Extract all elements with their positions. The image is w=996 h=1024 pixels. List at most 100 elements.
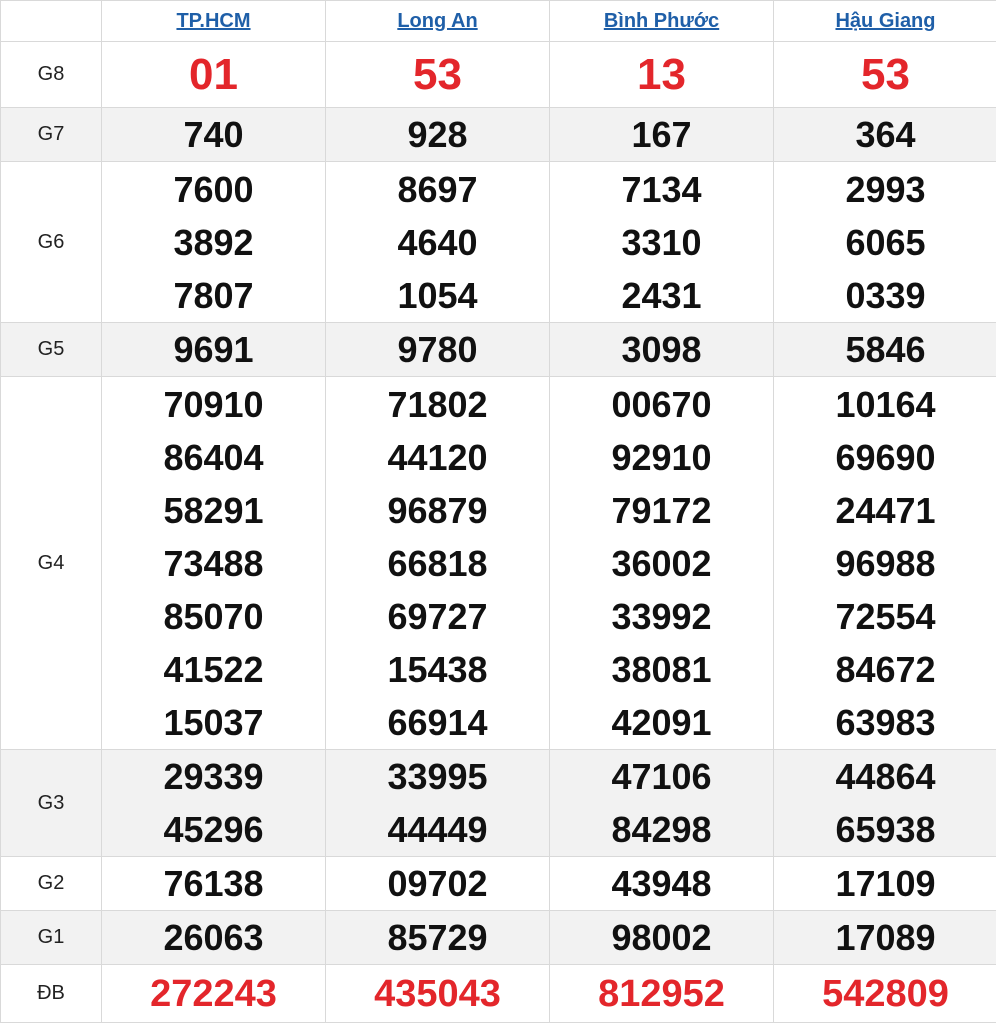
prize-row-g8: G8 01 53 13 53 — [0, 41, 996, 108]
result-number: 6065 — [845, 221, 926, 263]
result-cell: 740 — [101, 107, 326, 162]
result-cell: 70910 86404 58291 73488 85070 41522 1503… — [101, 376, 326, 750]
result-number: 00670 — [611, 383, 712, 425]
result-number: 53 — [413, 49, 462, 99]
result-number: 71802 — [387, 383, 488, 425]
result-number: 69727 — [387, 595, 488, 637]
result-number: 43948 — [611, 863, 712, 904]
result-number: 24471 — [835, 489, 936, 531]
result-number: 53 — [861, 49, 910, 99]
result-cell: 29339 45296 — [101, 749, 326, 857]
province-link-binh-phuoc[interactable]: Bình Phước — [604, 10, 719, 32]
province-header: Hậu Giang — [773, 0, 996, 42]
result-number: 98002 — [611, 917, 712, 958]
result-number: 85729 — [387, 917, 488, 958]
result-number: 13 — [637, 49, 686, 99]
result-cell: 542809 — [773, 964, 996, 1023]
result-cell: 53 — [773, 41, 996, 108]
result-cell: 26063 — [101, 910, 326, 965]
result-cell: 2993 6065 0339 — [773, 161, 996, 323]
result-number: 7600 — [173, 168, 254, 210]
province-link-tphcm[interactable]: TP.HCM — [176, 10, 250, 32]
result-number: 85070 — [163, 595, 264, 637]
result-number: 42091 — [611, 701, 712, 743]
prize-row-g6: G6 7600 3892 7807 8697 4640 1054 7134 33… — [0, 161, 996, 323]
result-number: 86404 — [163, 436, 264, 478]
result-cell: 167 — [549, 107, 774, 162]
result-number: 69690 — [835, 436, 936, 478]
result-number: 96988 — [835, 542, 936, 584]
result-number: 79172 — [611, 489, 712, 531]
prize-label: G3 — [0, 749, 102, 857]
prize-row-g1: G1 26063 85729 98002 17089 — [0, 910, 996, 965]
result-cell: 17089 — [773, 910, 996, 965]
result-cell: 435043 — [325, 964, 550, 1023]
result-cell: 17109 — [773, 856, 996, 911]
prize-row-special: ĐB 272243 435043 812952 542809 — [0, 964, 996, 1023]
result-cell: 47106 84298 — [549, 749, 774, 857]
prize-label: G6 — [0, 161, 102, 323]
result-number: 41522 — [163, 648, 264, 690]
result-number: 44120 — [387, 436, 488, 478]
result-number: 66818 — [387, 542, 488, 584]
result-number: 9691 — [173, 329, 254, 370]
prize-row-g5: G5 9691 9780 3098 5846 — [0, 322, 996, 377]
result-cell: 364 — [773, 107, 996, 162]
result-number: 84298 — [611, 809, 712, 850]
result-cell: 76138 — [101, 856, 326, 911]
result-number: 928 — [407, 114, 468, 155]
result-number: 2993 — [845, 168, 926, 210]
prize-label: G2 — [0, 856, 102, 911]
result-number: 1054 — [397, 274, 478, 316]
result-number: 3098 — [621, 329, 702, 370]
result-number: 812952 — [598, 972, 725, 1015]
result-number: 72554 — [835, 595, 936, 637]
result-number: 44449 — [387, 809, 488, 850]
result-number: 65938 — [835, 809, 936, 850]
result-number: 26063 — [163, 917, 264, 958]
result-cell: 928 — [325, 107, 550, 162]
prize-row-g4: G4 70910 86404 58291 73488 85070 41522 1… — [0, 376, 996, 750]
result-number: 33995 — [387, 756, 488, 797]
prize-row-g2: G2 76138 09702 43948 17109 — [0, 856, 996, 911]
result-cell: 7600 3892 7807 — [101, 161, 326, 323]
result-number: 17089 — [835, 917, 936, 958]
result-number: 73488 — [163, 542, 264, 584]
result-cell: 44864 65938 — [773, 749, 996, 857]
result-number: 3310 — [621, 221, 702, 263]
result-number: 167 — [631, 114, 692, 155]
result-number: 47106 — [611, 756, 712, 797]
result-number: 70910 — [163, 383, 264, 425]
result-number: 542809 — [822, 972, 949, 1015]
result-number: 76138 — [163, 863, 264, 904]
prize-label: G4 — [0, 376, 102, 750]
result-number: 2431 — [621, 274, 702, 316]
result-number: 5846 — [845, 329, 926, 370]
result-number: 4640 — [397, 221, 478, 263]
result-cell: 13 — [549, 41, 774, 108]
result-cell: 71802 44120 96879 66818 69727 15438 6691… — [325, 376, 550, 750]
province-header: Long An — [325, 0, 550, 42]
result-cell: 53 — [325, 41, 550, 108]
result-cell: 7134 3310 2431 — [549, 161, 774, 323]
result-number: 435043 — [374, 972, 501, 1015]
result-cell: 812952 — [549, 964, 774, 1023]
result-number: 29339 — [163, 756, 264, 797]
result-number: 45296 — [163, 809, 264, 850]
province-link-long-an[interactable]: Long An — [397, 10, 477, 32]
result-number: 92910 — [611, 436, 712, 478]
result-number: 8697 — [397, 168, 478, 210]
result-number: 15438 — [387, 648, 488, 690]
result-number: 96879 — [387, 489, 488, 531]
province-link-hau-giang[interactable]: Hậu Giang — [835, 10, 935, 32]
result-number: 15037 — [163, 701, 264, 743]
result-number: 17109 — [835, 863, 936, 904]
result-number: 58291 — [163, 489, 264, 531]
lottery-results-table: TP.HCM Long An Bình Phước Hậu Giang G8 0… — [0, 0, 996, 1023]
prize-label: G7 — [0, 107, 102, 162]
result-number: 9780 — [397, 329, 478, 370]
result-number: 63983 — [835, 701, 936, 743]
prize-row-g7: G7 740 928 167 364 — [0, 107, 996, 162]
result-number: 0339 — [845, 274, 926, 316]
prize-row-g3: G3 29339 45296 33995 44449 47106 84298 4… — [0, 749, 996, 857]
